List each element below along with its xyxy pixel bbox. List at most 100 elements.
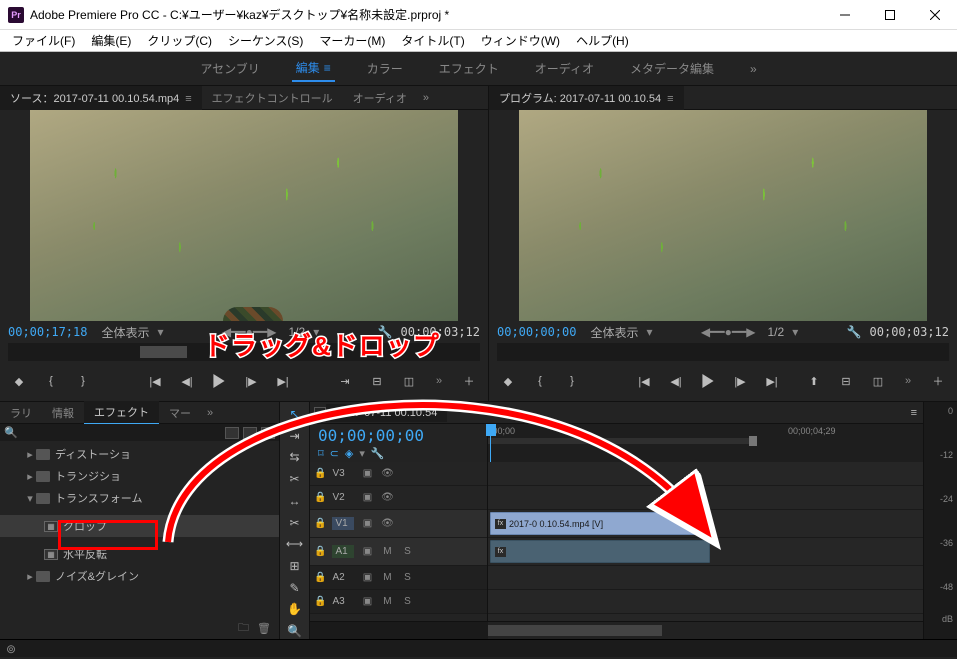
mute-icon[interactable]: M — [380, 572, 394, 583]
yuv-filter-icon[interactable] — [261, 427, 275, 439]
minimize-button[interactable] — [822, 1, 867, 29]
solo-icon[interactable]: S — [400, 546, 414, 557]
zoom-tool-icon[interactable]: 🔍 — [284, 623, 306, 639]
in-point-icon[interactable]: { — [40, 370, 62, 392]
eye-icon[interactable]: 👁 — [380, 518, 394, 529]
audio-clip[interactable]: fx — [490, 540, 710, 563]
track-header-a1[interactable]: 🔒A1▣MS — [310, 538, 487, 566]
menu-marker[interactable]: マーカー(M) — [311, 30, 393, 51]
maximize-button[interactable] — [867, 1, 912, 29]
selection-tool-icon[interactable]: ↖ — [284, 406, 306, 422]
folder-transition[interactable]: ▸トランジショ — [0, 465, 279, 487]
video-clip[interactable]: fx2017-0 0.10.54.mp4 [V] — [490, 512, 710, 535]
overwrite-icon[interactable]: ⊟ — [366, 370, 388, 392]
panel-menu-icon[interactable]: ≡ — [911, 407, 923, 419]
razor-tool-icon[interactable]: ✂ — [284, 515, 306, 531]
go-to-in-icon[interactable]: |◀ — [633, 370, 655, 392]
workspace-audio[interactable]: オーディオ — [531, 56, 598, 81]
solo-icon[interactable]: S — [400, 572, 414, 583]
step-back-icon[interactable]: ◀| — [176, 370, 198, 392]
hand-tool-icon[interactable]: ✋ — [284, 602, 306, 618]
extract-icon[interactable]: ⊟ — [835, 370, 857, 392]
tab-info[interactable]: 情報 — [42, 402, 84, 424]
toggle-output-icon[interactable]: ▣ — [360, 468, 374, 479]
new-bin-icon[interactable]: 🗀 — [238, 619, 249, 638]
in-point-icon[interactable]: { — [529, 370, 551, 392]
folder-distortion[interactable]: ▸ディストーショ — [0, 443, 279, 465]
play-icon[interactable] — [208, 370, 230, 392]
slide-tool-icon[interactable]: ⊞ — [284, 558, 306, 574]
panel-overflow-icon[interactable]: » — [201, 407, 219, 419]
track-header-v3[interactable]: 🔒V3▣👁 — [310, 462, 487, 486]
timeline-timecode[interactable]: 00;00;00;00 — [318, 426, 479, 445]
eye-icon[interactable]: 👁 — [380, 492, 394, 503]
panel-menu-icon[interactable]: ≡ — [667, 93, 673, 105]
lock-icon[interactable]: 🔒 — [314, 492, 326, 503]
effect-controls-tab[interactable]: エフェクトコントロール — [202, 86, 343, 110]
settings-icon[interactable]: ▾ — [359, 447, 365, 460]
lift-icon[interactable]: ⬆ — [803, 370, 825, 392]
go-to-out-icon[interactable]: ▶| — [761, 370, 783, 392]
mute-icon[interactable]: M — [380, 596, 394, 607]
pen-tool-icon[interactable]: ✎ — [284, 580, 306, 596]
program-resolution-dropdown[interactable]: 1/2 — [768, 325, 785, 339]
transport-overflow-icon[interactable]: » — [899, 375, 917, 387]
play-icon[interactable] — [697, 370, 719, 392]
track-header-v2[interactable]: 🔒V2▣👁 — [310, 486, 487, 510]
sync-lock-icon[interactable] — [314, 407, 326, 419]
source-tab[interactable]: ソース：2017-07-11 00.10.54.mp4≡ — [0, 86, 202, 110]
workspace-color[interactable]: カラー — [363, 56, 407, 81]
accelerated-filter-icon[interactable] — [225, 427, 239, 439]
linked-selection-icon[interactable]: ⊂ — [330, 447, 339, 460]
audio-mixer-tab[interactable]: オーディオ — [343, 86, 417, 110]
lock-icon[interactable]: 🔒 — [314, 596, 326, 607]
program-tab[interactable]: プログラム: 2017-07-11 00.10.54≡ — [489, 86, 684, 110]
insert-icon[interactable]: ⇥ — [334, 370, 356, 392]
program-viewer[interactable] — [519, 110, 927, 321]
creative-cloud-icon[interactable]: ⊚ — [6, 642, 16, 656]
program-fit-dropdown[interactable]: 全体表示 — [590, 324, 638, 341]
playhead-icon[interactable] — [486, 424, 496, 436]
folder-transform[interactable]: ▾トランスフォーム — [0, 487, 279, 509]
solo-icon[interactable]: S — [400, 596, 414, 607]
workspace-overflow-icon[interactable]: » — [746, 58, 761, 80]
workspace-menu-icon[interactable]: ≡ — [324, 61, 331, 75]
rolling-edit-tool-icon[interactable]: ✂ — [284, 471, 306, 487]
effect-crop[interactable]: ▦クロップ — [0, 515, 279, 537]
menu-edit[interactable]: 編集(E) — [83, 30, 139, 51]
close-button[interactable] — [912, 1, 957, 29]
step-forward-icon[interactable]: |▶ — [240, 370, 262, 392]
tab-markers[interactable]: マー — [159, 402, 201, 424]
track-header-a3[interactable]: 🔒A3▣MS — [310, 590, 487, 614]
menu-title[interactable]: タイトル(T) — [393, 30, 472, 51]
program-timecode[interactable]: 00;00;00;00 — [497, 325, 576, 339]
step-forward-icon[interactable]: |▶ — [729, 370, 751, 392]
toggle-output-icon[interactable]: ▣ — [360, 492, 374, 503]
rate-stretch-tool-icon[interactable]: ↔ — [284, 493, 306, 509]
track-header-a2[interactable]: 🔒A2▣MS — [310, 566, 487, 590]
toggle-output-icon[interactable]: ▣ — [360, 518, 374, 529]
track-select-tool-icon[interactable]: ⇥ — [284, 428, 306, 444]
track-header-v1[interactable]: 🔒V1▣👁 — [310, 510, 487, 538]
wrench-icon[interactable]: 🔧 — [371, 447, 385, 460]
tab-library[interactable]: ラリ — [0, 402, 42, 424]
slip-tool-icon[interactable]: ⟷ — [284, 536, 306, 552]
tab-effects[interactable]: エフェクト — [84, 401, 159, 424]
export-frame-icon[interactable]: ◫ — [867, 370, 889, 392]
lock-icon[interactable]: 🔒 — [314, 546, 326, 557]
lock-icon[interactable]: 🔒 — [314, 572, 326, 583]
workspace-effects[interactable]: エフェクト — [435, 56, 503, 81]
go-to-in-icon[interactable]: |◀ — [144, 370, 166, 392]
menu-window[interactable]: ウィンドウ(W) — [473, 30, 568, 51]
snap-icon[interactable]: ⌑ — [318, 447, 324, 460]
folder-noise[interactable]: ▸ノイズ&グレイン — [0, 565, 279, 587]
menu-file[interactable]: ファイル(F) — [4, 30, 83, 51]
32bit-filter-icon[interactable] — [243, 427, 257, 439]
source-timecode[interactable]: 00;00;17;18 — [8, 325, 87, 339]
sequence-tab[interactable]: 2017-07-11 00.10.54 — [326, 404, 447, 422]
marker-add-icon[interactable]: ◈ — [345, 447, 353, 460]
workspace-editing[interactable]: 編集≡ — [292, 55, 335, 82]
eye-icon[interactable]: 👁 — [380, 468, 394, 479]
panel-overflow-icon[interactable]: » — [417, 92, 435, 104]
out-point-icon[interactable]: } — [72, 370, 94, 392]
